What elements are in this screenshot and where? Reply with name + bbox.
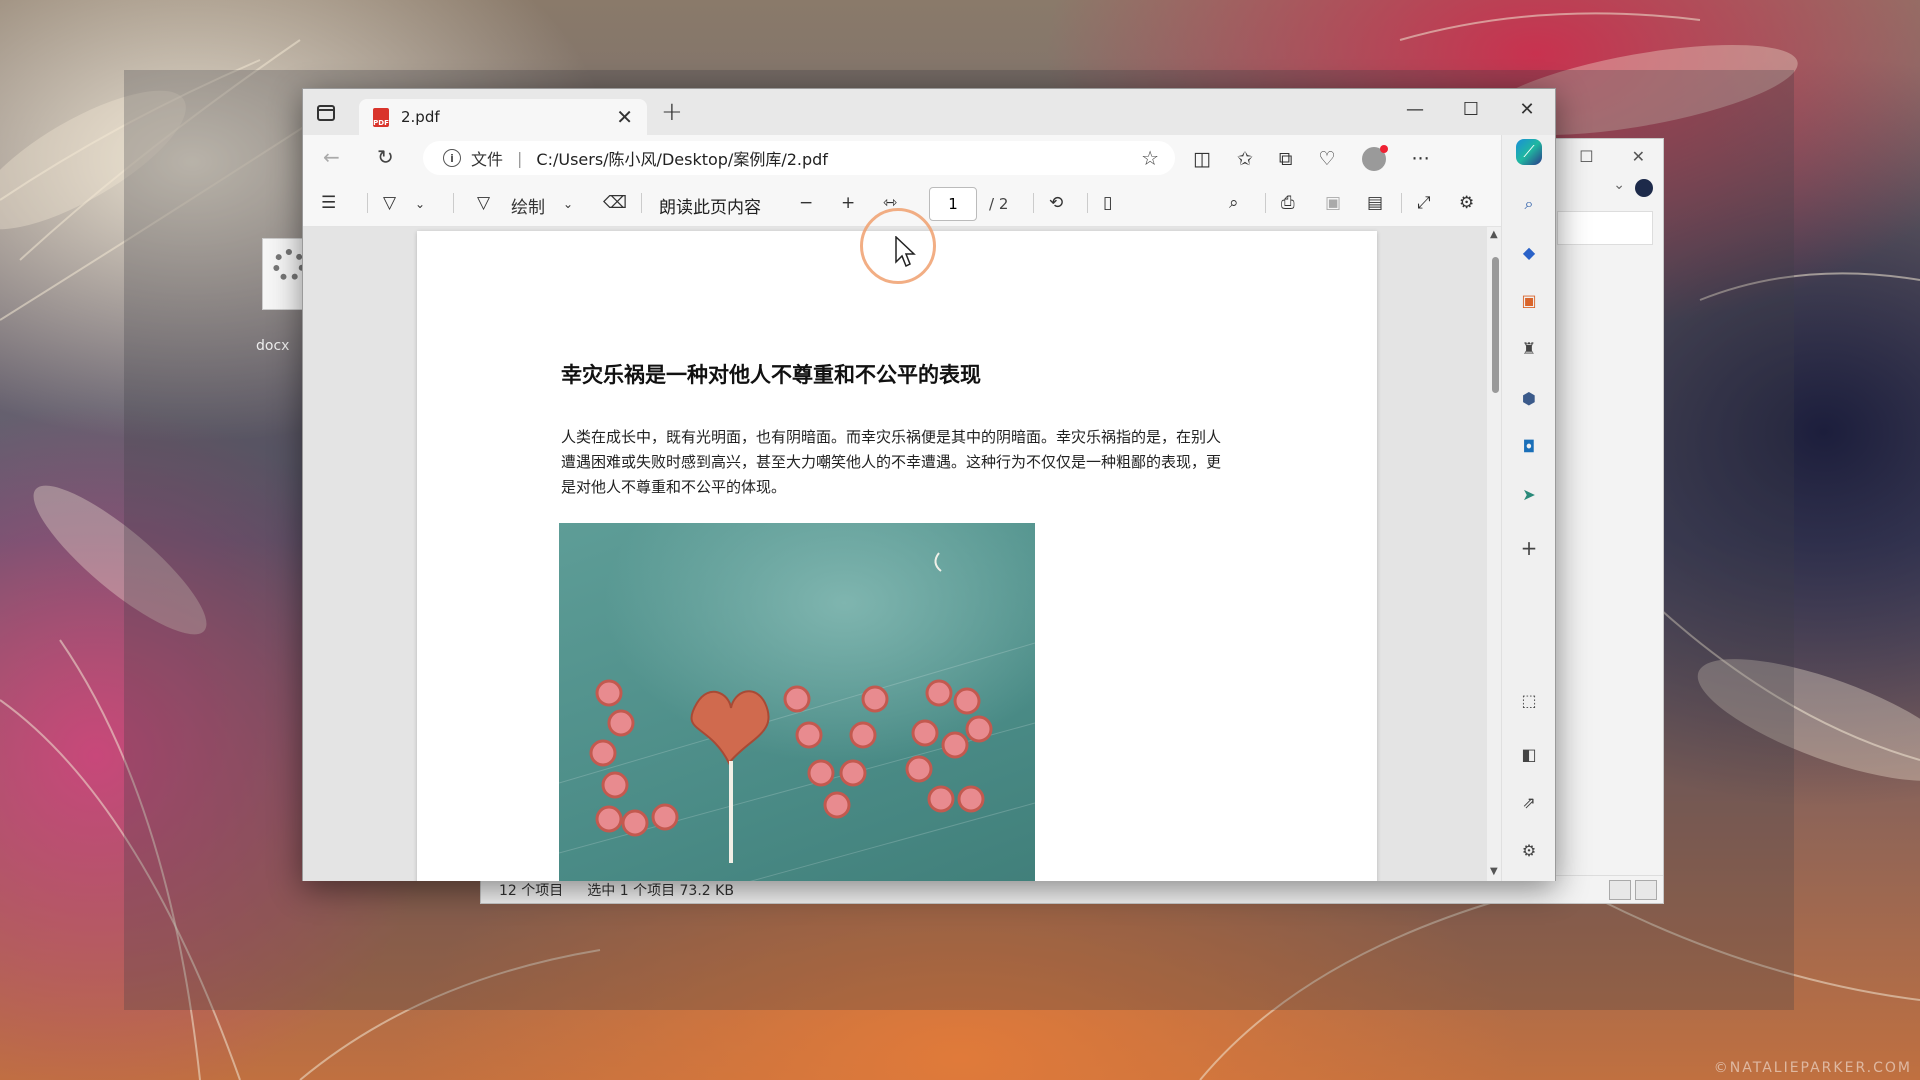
outlook-icon[interactable]: ◘ — [1516, 433, 1542, 459]
send-icon[interactable]: ➤ — [1516, 481, 1542, 507]
tools-icon[interactable]: ▣ — [1516, 287, 1542, 313]
reload-icon[interactable]: ↻ — [377, 145, 394, 169]
pdf-page: 幸灾乐祸是一种对他人不尊重和不公平的表现 人类在成长中，既有光明面，也有阴暗面。… — [417, 231, 1377, 881]
item-count: 12 个项目 — [499, 882, 564, 899]
info-icon[interactable]: i — [443, 149, 461, 167]
love-image: Love — [559, 523, 1035, 881]
scroll-up-icon[interactable]: ▲ — [1490, 229, 1498, 240]
search-icon[interactable]: ⌕ — [1229, 193, 1239, 213]
edge-browser-window: PDF 2.pdf ✕ + — ☐ ✕ ← ↻ i 文件 | C:/Users/… — [302, 88, 1556, 881]
microsoft-365-icon[interactable]: ⬢ — [1516, 385, 1542, 411]
close-icon[interactable]: ✕ — [1499, 89, 1555, 129]
desktop-file-label: docx — [256, 338, 290, 354]
window-controls: — ☐ ✕ — [1387, 89, 1555, 129]
add-icon[interactable]: + — [1516, 535, 1542, 561]
copilot-icon[interactable]: ⟋ — [1516, 139, 1542, 165]
minimize-icon[interactable]: — — [1387, 89, 1443, 129]
search-icon[interactable]: ⌕ — [1516, 191, 1542, 217]
toolbar-divider — [641, 193, 642, 213]
love-hearts-art — [559, 552, 1035, 881]
edge-sidebar: ⟋ ⌕ ◆ ▣ ♜ ⬢ ◘ ➤ + ⬚ ◧ ⇗ ⚙ — [1501, 135, 1555, 881]
toolbar-divider — [453, 193, 454, 213]
tab-actions-icon[interactable] — [317, 105, 335, 121]
save-icon[interactable]: ▣ — [1325, 193, 1341, 213]
page-total: / 2 — [989, 195, 1009, 213]
scrollbar-thumb[interactable] — [1492, 257, 1499, 393]
details-view-icon[interactable] — [1609, 879, 1631, 900]
browser-essentials-icon[interactable]: ♡ — [1318, 148, 1335, 170]
gear-icon — [273, 249, 305, 281]
url-text: C:/Users/陈小风/Desktop/案例库/2.pdf — [536, 150, 828, 169]
toolbar-divider — [1265, 193, 1266, 213]
draw-label[interactable]: 绘制 — [511, 193, 545, 218]
rotate-icon[interactable]: ⟲ — [1049, 193, 1063, 213]
scroll-down-icon[interactable]: ▼ — [1490, 866, 1498, 877]
pdf-file-icon: PDF — [373, 107, 389, 127]
draw-icon[interactable]: ▽ — [477, 193, 490, 213]
url-scheme-label: 文件 — [471, 150, 504, 169]
address-bar-actions: ◫ ✩ ⧉ ♡ ··· — [1193, 145, 1430, 171]
chevron-down-icon[interactable]: ⌄ — [563, 197, 573, 211]
document-title: 幸灾乐祸是一种对他人不尊重和不公平的表现 — [561, 362, 981, 387]
shopping-tag-icon[interactable]: ◆ — [1516, 239, 1542, 265]
toolbar-divider — [1033, 193, 1034, 213]
tab-bar: PDF 2.pdf ✕ + — ☐ ✕ — [303, 89, 1555, 135]
sidebar-settings-icon[interactable]: ⚙ — [1516, 837, 1542, 863]
settings-gear-icon[interactable]: ⚙ — [1459, 193, 1474, 213]
page-view-icon[interactable]: ▯ — [1103, 193, 1112, 213]
zoom-in-icon[interactable]: + — [841, 193, 855, 213]
close-tab-icon[interactable]: ✕ — [616, 105, 633, 129]
favorite-star-icon[interactable]: ☆ — [1141, 146, 1159, 170]
explorer-window-controls: ☐ ✕ — [1579, 147, 1645, 166]
new-tab-icon[interactable]: + — [661, 97, 683, 127]
maximize-icon[interactable]: ☐ — [1443, 89, 1499, 129]
toolbar-divider — [1401, 193, 1402, 213]
back-arrow-icon[interactable]: ← — [323, 145, 340, 169]
more-options-icon[interactable]: ··· — [1412, 148, 1430, 170]
explorer-search-input[interactable] — [1557, 211, 1653, 245]
close-icon[interactable]: ✕ — [1632, 147, 1645, 166]
collections-icon[interactable]: ⧉ — [1279, 148, 1293, 170]
selection-info: 选中 1 个项目 73.2 KB — [587, 882, 734, 899]
tab-2pdf[interactable]: PDF 2.pdf ✕ — [359, 99, 647, 135]
url-input[interactable]: i 文件 | C:/Users/陈小风/Desktop/案例库/2.pdf ☆ — [423, 141, 1175, 175]
chevron-down-icon[interactable]: ⌄ — [415, 197, 425, 211]
document-body: 人类在成长中，既有光明面，也有阴暗面。而幸灾乐祸便是其中的阴暗面。幸灾乐祸指的是… — [561, 428, 1222, 496]
highlight-icon[interactable]: ▽ — [383, 193, 396, 213]
mouse-cursor-icon — [895, 236, 916, 268]
profile-avatar[interactable] — [1361, 145, 1388, 171]
split-screen-icon[interactable]: ◫ — [1193, 148, 1211, 170]
open-external-icon[interactable]: ⇗ — [1516, 789, 1542, 815]
help-icon[interactable] — [1635, 179, 1653, 197]
thumbnail-view-icon[interactable] — [1635, 879, 1657, 900]
chevron-down-icon[interactable]: ⌄ — [1613, 177, 1625, 193]
read-aloud-button[interactable]: 朗读此页内容 — [659, 193, 761, 218]
address-bar: ← ↻ i 文件 | C:/Users/陈小风/Desktop/案例库/2.pd… — [303, 135, 1555, 181]
tab-title: 2.pdf — [401, 108, 440, 126]
toolbar-divider — [1087, 193, 1088, 213]
fullscreen-icon[interactable]: ⤢ — [1417, 193, 1431, 213]
maximize-icon[interactable]: ☐ — [1579, 147, 1593, 166]
pdf-viewer[interactable]: 幸灾乐祸是一种对他人不尊重和不公平的表现 人类在成长中，既有光明面，也有阴暗面。… — [303, 227, 1503, 881]
games-icon[interactable]: ♜ — [1516, 335, 1542, 361]
url-divider: | — [517, 148, 523, 168]
page-number-input[interactable]: 1 — [929, 187, 977, 221]
eraser-icon[interactable]: ⌫ — [603, 193, 627, 213]
zoom-out-icon[interactable]: − — [799, 193, 813, 213]
save-as-icon[interactable]: ▤ — [1367, 193, 1383, 213]
view-toggle — [1609, 879, 1657, 900]
watermark: ©NATALIEPARKER.COM — [1713, 1060, 1912, 1076]
print-icon[interactable]: ⎙ — [1281, 193, 1295, 213]
sidebar-toggle-icon[interactable]: ◧ — [1516, 741, 1542, 767]
contents-list-icon[interactable]: ☰ — [321, 193, 336, 213]
toolbar-divider — [367, 193, 368, 213]
image-text: Love — [559, 523, 560, 524]
favorites-icon[interactable]: ✩ — [1237, 148, 1253, 170]
screenshot-icon[interactable]: ⬚ — [1516, 687, 1542, 713]
